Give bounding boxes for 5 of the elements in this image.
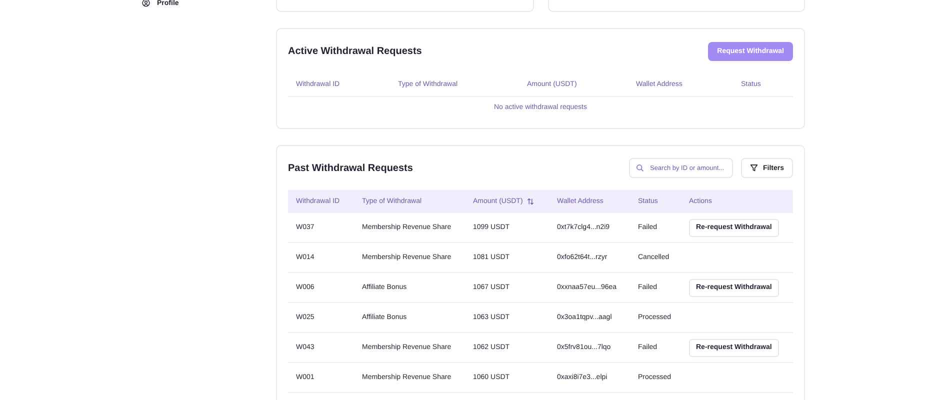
- section-title: Active Withdrawal Requests: [288, 46, 422, 56]
- user-circle-icon: [142, 0, 150, 7]
- sort-icon: [526, 198, 534, 205]
- section-title: Past Withdrawal Requests: [288, 162, 413, 174]
- filter-icon: [750, 164, 758, 172]
